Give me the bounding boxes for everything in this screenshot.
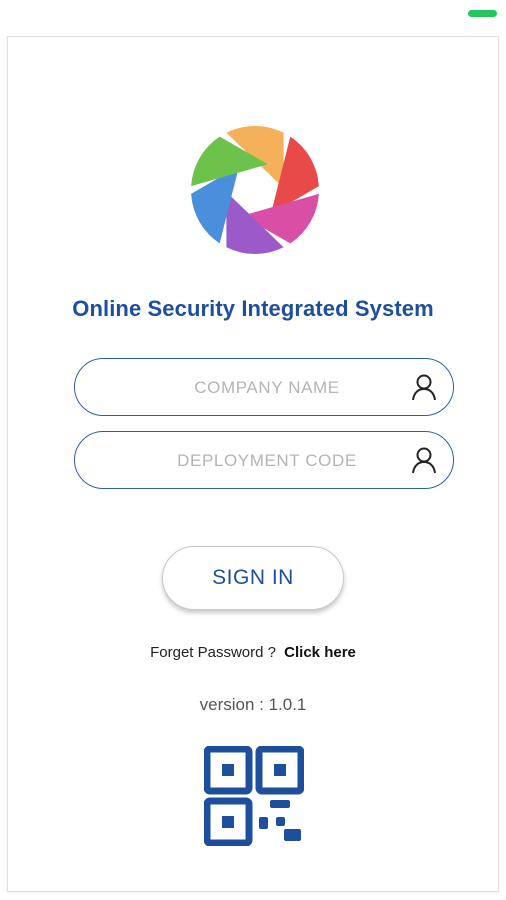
forgot-password-link[interactable]: Click here xyxy=(284,644,356,661)
sign-in-button[interactable]: SIGN IN xyxy=(162,546,344,610)
login-screen: Online Security Integrated System SIGN I… xyxy=(0,0,506,900)
battery-indicator xyxy=(468,10,497,17)
company-name-field[interactable] xyxy=(74,358,454,416)
deployment-code-field[interactable] xyxy=(74,431,454,489)
app-title: Online Security Integrated System xyxy=(72,296,434,321)
forgot-password-row: Forget Password ? Click here xyxy=(0,644,506,661)
forgot-password-prompt: Forget Password ? xyxy=(150,644,276,661)
user-icon xyxy=(412,374,436,401)
company-name-input[interactable] xyxy=(105,359,429,416)
user-icon xyxy=(412,447,436,474)
qr-code-icon[interactable] xyxy=(204,746,304,846)
aperture-logo-icon xyxy=(191,126,319,254)
version-label: version : 1.0.1 xyxy=(199,695,307,714)
deployment-code-input[interactable] xyxy=(105,432,429,489)
